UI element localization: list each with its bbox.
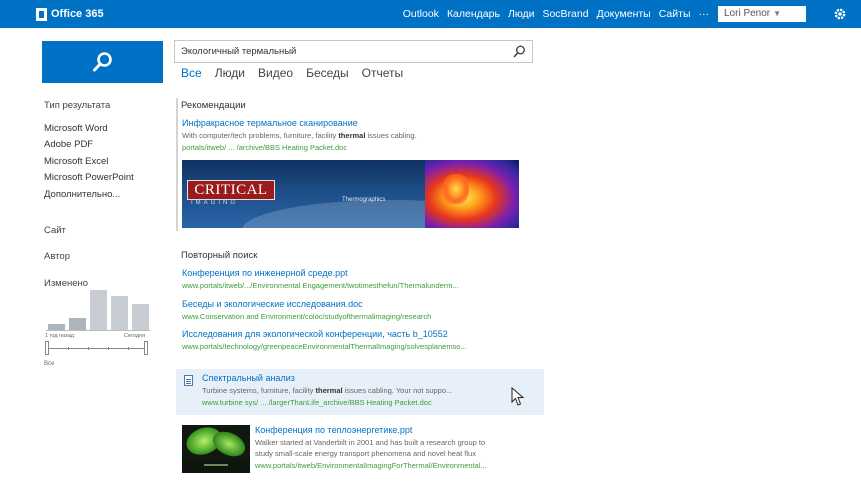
vertical-conversations[interactable]: Беседы	[306, 66, 349, 80]
refiner-site-heading[interactable]: Сайт	[44, 225, 66, 236]
refiner-item-word[interactable]: Microsoft Word	[44, 123, 108, 134]
search-icon[interactable]	[513, 45, 526, 58]
thermal-image	[425, 160, 519, 228]
nav-socbrand[interactable]: SocBrand	[542, 8, 588, 20]
brand-label: Office 365	[51, 8, 104, 20]
result-url[interactable]: www.portals/technology/greenpeaceEnviron…	[182, 342, 467, 351]
result-url[interactable]: www.portals/itweb/EnvironmentalImagingFo…	[255, 461, 487, 470]
refiner-item-excel[interactable]: Microsoft Excel	[44, 156, 108, 167]
refiner-modified-heading: Изменено	[44, 278, 89, 289]
refiner-item-powerpoint[interactable]: Microsoft PowerPoint	[44, 172, 134, 183]
banner-sub: IMAGING	[191, 200, 239, 206]
word-document-icon	[184, 375, 193, 386]
histogram-bar[interactable]	[132, 304, 149, 330]
histogram-bar[interactable]	[111, 296, 128, 330]
slider-tick	[128, 347, 129, 350]
result-url[interactable]: www.turbine sys/ ... /largerThanLife_arc…	[202, 398, 432, 407]
result-url[interactable]: www.portals/itweb/.../Environmental Enga…	[182, 281, 459, 290]
result-snippet: Walker started at Vanderbilt in 2001 and…	[255, 438, 486, 447]
slider-tick	[68, 347, 69, 350]
ppt-thumbnail[interactable]	[182, 425, 250, 473]
result-snippet: Turbine systems, furniture, facility the…	[202, 386, 453, 395]
refiner-item-pdf[interactable]: Adobe PDF	[44, 139, 93, 150]
refiner-result-type-heading: Тип результата	[44, 100, 111, 111]
slider-handle-right[interactable]	[144, 341, 148, 355]
search-tile[interactable]	[42, 41, 163, 83]
result-snippet: With computer/tech problems, furniture, …	[182, 131, 417, 140]
result-title[interactable]: Спектральный анализ	[202, 373, 295, 383]
repeat-search-heading: Повторный поиск	[181, 250, 258, 261]
date-range-label: Все	[44, 361, 55, 367]
mouse-cursor-icon	[511, 387, 525, 406]
nav-outlook[interactable]: Outlook	[403, 8, 439, 20]
nav-documents[interactable]: Документы	[597, 8, 651, 20]
histogram-bar[interactable]	[90, 290, 107, 330]
banner-caption: Thermographics	[342, 197, 386, 203]
refiner-author-heading[interactable]: Автор	[44, 251, 70, 262]
user-menu[interactable]: Lori Penor ▼	[718, 6, 806, 22]
search-verticals: Все Люди Видео Беседы Отчеты	[181, 66, 403, 80]
nav-calendar[interactable]: Календарь	[447, 8, 500, 20]
suite-nav: Outlook Календарь Люди SocBrand Документ…	[403, 8, 709, 20]
result-title[interactable]: Беседы и экологические исследования.doc	[182, 299, 363, 309]
modified-histogram	[48, 290, 149, 330]
banner-brand: CRITICAL	[187, 180, 275, 200]
nav-sites[interactable]: Сайты	[659, 8, 691, 20]
vertical-video[interactable]: Видео	[258, 66, 293, 80]
office365-logo[interactable]: Office 365	[36, 6, 104, 22]
result-title[interactable]: Инфракрасное термальное сканирование	[182, 118, 358, 128]
gear-icon[interactable]	[833, 7, 847, 21]
slider-handle-left[interactable]	[45, 341, 49, 355]
recommendation-marker	[176, 98, 178, 231]
search-input[interactable]	[181, 44, 501, 59]
vertical-reports[interactable]: Отчеты	[362, 66, 403, 80]
nav-more[interactable]: ···	[699, 8, 710, 20]
result-title[interactable]: Конференция по теплоэнергетике.ppt	[255, 425, 412, 435]
histogram-right-label: Сегодня	[124, 333, 146, 339]
slider-tick	[88, 347, 89, 350]
histogram-bar[interactable]	[69, 318, 86, 330]
critical-imaging-banner[interactable]: CRITICAL IMAGING Thermographics	[182, 160, 519, 228]
result-snippet: study small-scale energy transport pheno…	[255, 449, 476, 458]
search-icon	[93, 52, 112, 72]
user-name: Lori Penor	[724, 8, 771, 19]
result-url[interactable]: portals/itweb/ ... /archive/BBS Heating …	[182, 143, 347, 152]
result-title[interactable]: Конференция по инженерной среде.ppt	[182, 268, 348, 278]
date-slider-track[interactable]	[47, 348, 147, 349]
suite-bar: Office 365 Outlook Календарь Люди SocBra…	[0, 0, 861, 28]
slider-tick	[108, 347, 109, 350]
result-title[interactable]: Исследования для экологической конференц…	[182, 329, 448, 339]
vertical-people[interactable]: Люди	[215, 66, 245, 80]
refiner-item-more[interactable]: Дополнительно...	[44, 189, 120, 200]
nav-people[interactable]: Люди	[508, 8, 535, 20]
vertical-all[interactable]: Все	[181, 66, 202, 80]
office-icon	[36, 7, 47, 21]
chevron-down-icon: ▼	[773, 9, 782, 18]
result-url[interactable]: www.Conservation and Environment/coloc/s…	[182, 312, 431, 321]
histogram-left-label: 1 год назад	[45, 333, 74, 339]
recommendations-heading: Рекомендации	[181, 100, 246, 111]
histogram-baseline	[46, 330, 150, 331]
search-box	[174, 40, 533, 63]
